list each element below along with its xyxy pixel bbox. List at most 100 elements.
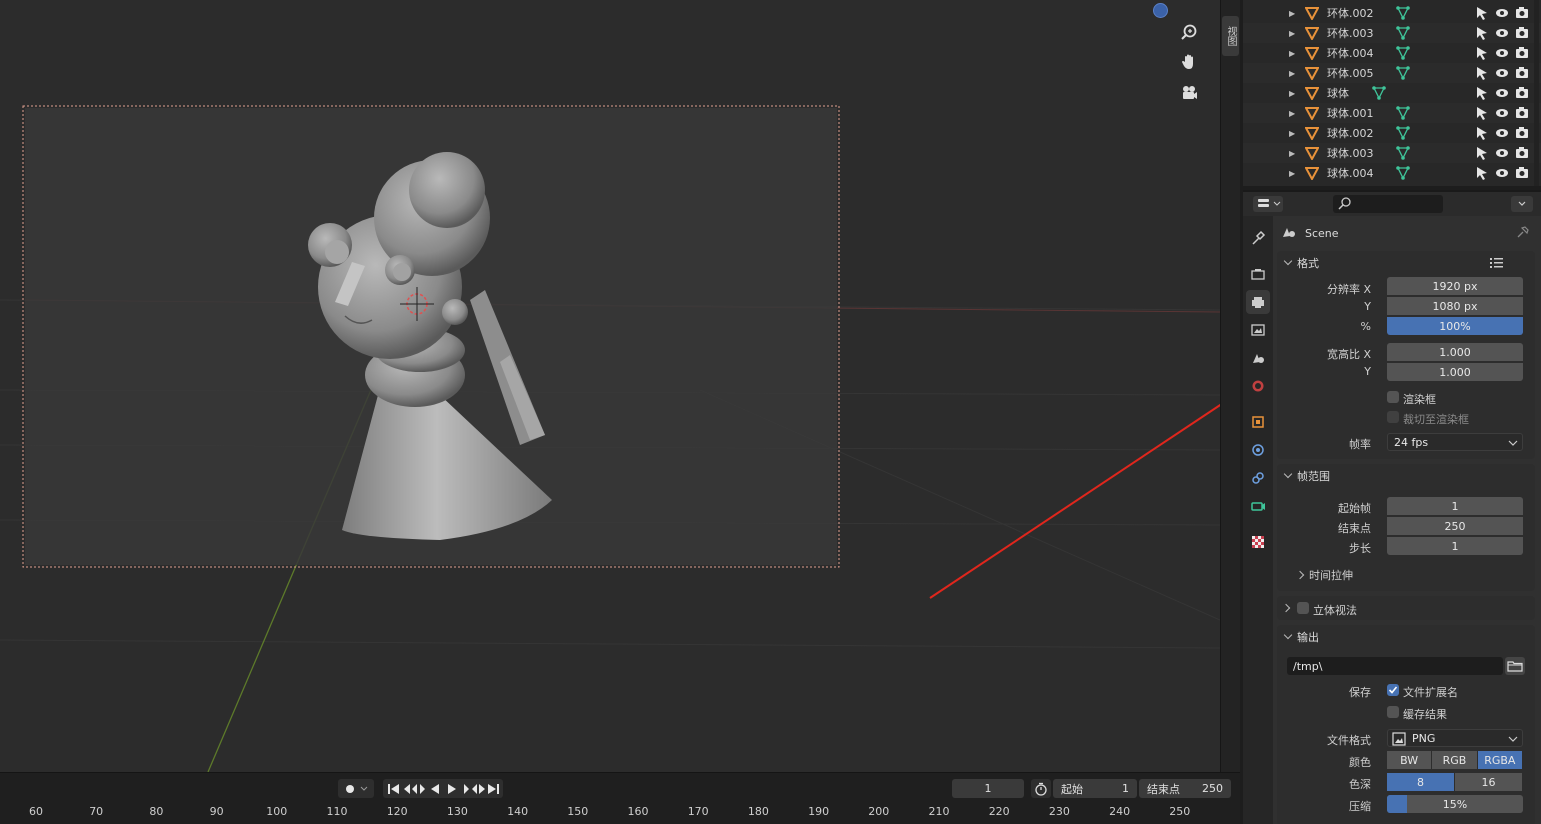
frame-range-header[interactable]: 帧范围 (1277, 464, 1535, 488)
expand-arrow-icon[interactable]: ▶ (1289, 69, 1295, 78)
depth-option-8[interactable]: 8 (1387, 773, 1454, 791)
outliner-item-name[interactable]: 球体 (1327, 85, 1349, 101)
expand-arrow-icon[interactable]: ▶ (1289, 129, 1295, 138)
outliner-item[interactable]: ▶ 环体.003 (1243, 23, 1541, 43)
depth-option-16[interactable]: 16 (1455, 773, 1522, 791)
select-arrow-icon[interactable] (1475, 165, 1489, 181)
camera-render-icon[interactable] (1515, 85, 1529, 101)
expand-arrow-icon[interactable]: ▶ (1289, 109, 1295, 118)
tab-physics[interactable] (1246, 438, 1270, 462)
file-format-select[interactable]: PNG (1387, 729, 1523, 747)
tab-tool[interactable] (1246, 226, 1270, 250)
outliner-item[interactable]: ▶ 球体 (1243, 83, 1541, 103)
camera-render-icon[interactable] (1515, 165, 1529, 181)
outliner-item-name[interactable]: 球体.002 (1327, 125, 1374, 141)
zoom-icon[interactable] (1177, 20, 1201, 44)
mesh-data-icon[interactable] (1371, 85, 1387, 101)
tab-world[interactable] (1246, 374, 1270, 398)
resolution-y-field[interactable]: 1080 px (1387, 297, 1523, 315)
output-header[interactable]: 输出 (1277, 625, 1535, 649)
properties-editor[interactable]: Scene 格式 分辨率 X 1920 px Y 1080 px % 100% … (1243, 190, 1541, 824)
outliner-item-name[interactable]: 球体.003 (1327, 145, 1374, 161)
outliner-item[interactable]: ▶ 球体.004 (1243, 163, 1541, 183)
outliner-item-name[interactable]: 环体.003 (1327, 25, 1374, 41)
pin-icon[interactable] (1515, 224, 1531, 243)
outliner-item[interactable]: ▶ 球体.002 (1243, 123, 1541, 143)
outliner-item[interactable]: ▶ 环体.004 (1243, 43, 1541, 63)
expand-arrow-icon[interactable]: ▶ (1289, 9, 1295, 18)
compression-slider[interactable]: 15% (1387, 795, 1523, 813)
color-option-rgba[interactable]: RGBA (1477, 751, 1522, 769)
file-extensions-checkbox[interactable] (1387, 684, 1399, 696)
frame-step-field[interactable]: 1 (1387, 537, 1523, 555)
options-dropdown[interactable] (1511, 196, 1533, 212)
stopwatch-icon[interactable] (1031, 779, 1051, 798)
camera-render-icon[interactable] (1515, 45, 1529, 61)
stereoscopy-checkbox[interactable] (1297, 602, 1309, 614)
eye-icon[interactable] (1495, 65, 1509, 81)
render-region-checkbox[interactable] (1387, 391, 1399, 403)
3d-viewport[interactable] (0, 0, 1220, 772)
tab-object[interactable] (1246, 410, 1270, 434)
select-arrow-icon[interactable] (1475, 125, 1489, 141)
folder-icon[interactable] (1505, 657, 1525, 675)
time-stretch-subpanel[interactable]: 时间拉伸 (1295, 566, 1353, 584)
eye-icon[interactable] (1495, 125, 1509, 141)
eye-icon[interactable] (1495, 25, 1509, 41)
camera-render-icon[interactable] (1515, 5, 1529, 21)
mesh-data-icon[interactable] (1395, 105, 1411, 121)
framerate-select[interactable]: 24 fps (1387, 433, 1523, 451)
select-arrow-icon[interactable] (1475, 5, 1489, 21)
mesh-data-icon[interactable] (1395, 125, 1411, 141)
editor-type-button[interactable] (1253, 196, 1283, 212)
mesh-data-icon[interactable] (1395, 145, 1411, 161)
format-panel-header[interactable]: 格式 (1277, 251, 1535, 275)
camera-render-icon[interactable] (1515, 25, 1529, 41)
view-orientation-gizmo[interactable] (1153, 3, 1168, 18)
tab-scene[interactable] (1246, 346, 1270, 370)
outliner-item-name[interactable]: 环体.005 (1327, 65, 1374, 81)
eye-icon[interactable] (1495, 5, 1509, 21)
pan-hand-icon[interactable] (1177, 50, 1201, 74)
camera-render-icon[interactable] (1515, 65, 1529, 81)
color-option-rgb[interactable]: RGB (1432, 751, 1477, 769)
output-path-input[interactable]: /tmp\ (1287, 657, 1503, 675)
outliner-item-name[interactable]: 球体.001 (1327, 105, 1374, 121)
select-arrow-icon[interactable] (1475, 25, 1489, 41)
camera-render-icon[interactable] (1515, 105, 1529, 121)
camera-render-icon[interactable] (1515, 125, 1529, 141)
stereoscopy-panel[interactable]: 立体视法 (1277, 596, 1535, 620)
eye-icon[interactable] (1495, 165, 1509, 181)
start-frame-field[interactable]: 起始 1 (1053, 779, 1137, 798)
expand-arrow-icon[interactable]: ▶ (1289, 169, 1295, 178)
expand-arrow-icon[interactable]: ▶ (1289, 29, 1295, 38)
resolution-percent-slider[interactable]: 100% (1387, 317, 1523, 335)
aspect-x-field[interactable]: 1.000 (1387, 343, 1523, 361)
mesh-data-icon[interactable] (1395, 25, 1411, 41)
current-frame-field[interactable]: 1 (952, 779, 1024, 798)
expand-arrow-icon[interactable]: ▶ (1289, 149, 1295, 158)
eye-icon[interactable] (1495, 145, 1509, 161)
outliner-item-name[interactable]: 球体.004 (1327, 165, 1374, 181)
color-option-bw[interactable]: BW (1387, 751, 1432, 769)
crop-region-checkbox[interactable] (1387, 411, 1399, 423)
eye-icon[interactable] (1495, 45, 1509, 61)
expand-arrow-icon[interactable]: ▶ (1289, 49, 1295, 58)
mesh-data-icon[interactable] (1395, 5, 1411, 21)
outliner-item-name[interactable]: 环体.004 (1327, 45, 1374, 61)
tab-view[interactable]: 视图 (1222, 16, 1239, 56)
outliner-item[interactable]: ▶ 环体.005 (1243, 63, 1541, 83)
eye-icon[interactable] (1495, 85, 1509, 101)
eye-icon[interactable] (1495, 105, 1509, 121)
aspect-y-field[interactable]: 1.000 (1387, 363, 1523, 381)
mesh-data-icon[interactable] (1395, 65, 1411, 81)
outliner-item-name[interactable]: 环体.002 (1327, 5, 1374, 21)
camera-view-icon[interactable] (1177, 81, 1201, 105)
outliner-item[interactable]: ▶ 球体.001 (1243, 103, 1541, 123)
end-frame-field[interactable]: 结束点 250 (1139, 779, 1231, 798)
outliner[interactable]: ▶ 环体.002 ▶ 环体.003 ▶ 环体.004 ▶ 环体.005 ▶ 球体 ▶ 球体.001 ▶ 球… (1243, 0, 1541, 186)
timeline[interactable]: 1 起始 1 结束点 250 60 70 80 90 100 110 120 130 140 15… (0, 772, 1240, 824)
select-arrow-icon[interactable] (1475, 105, 1489, 121)
select-arrow-icon[interactable] (1475, 45, 1489, 61)
cache-result-checkbox[interactable] (1387, 706, 1399, 718)
